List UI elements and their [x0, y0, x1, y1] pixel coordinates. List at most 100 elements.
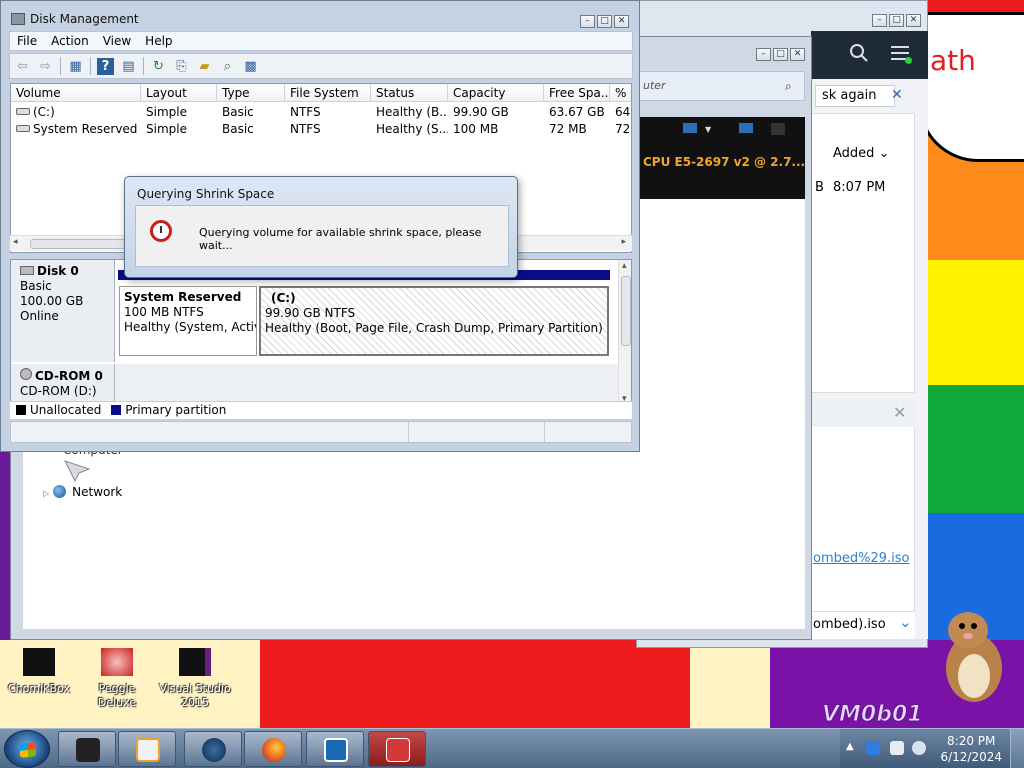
table-cell-percent: 64: [615, 105, 631, 119]
menu-file[interactable]: File: [10, 32, 44, 50]
forward-arrow-icon[interactable]: ⇨: [37, 58, 54, 75]
search-icon[interactable]: ⌕: [785, 79, 792, 94]
column-header-status[interactable]: Status: [371, 84, 448, 102]
window-icon: [739, 123, 753, 133]
desktop-icon-visual-studio[interactable]: Visual Studio 2015: [156, 648, 234, 710]
partition-c-drive[interactable]: (C:) 99.90 GB NTFS Healthy (Boot, Page F…: [259, 286, 609, 356]
settings-icon[interactable]: ▩: [242, 58, 259, 75]
desktop-icon-chomikbox[interactable]: ChomikBox: [0, 648, 78, 696]
table-cell-percent: 72: [615, 122, 631, 136]
close-button[interactable]: ✕: [790, 48, 805, 61]
open-folder-icon[interactable]: ▰: [196, 58, 213, 75]
scroll-up-icon[interactable]: ▴: [622, 261, 627, 271]
table-row-volume[interactable]: System Reserved: [11, 121, 141, 137]
speech-bubble-text: ath: [930, 44, 976, 77]
row-fragment: B: [815, 180, 824, 195]
properties-icon[interactable]: ▤: [120, 58, 137, 75]
minimize-button[interactable]: –: [872, 14, 887, 27]
dismiss-icon[interactable]: ✕: [891, 87, 903, 103]
taskbar-button-filezilla[interactable]: [306, 731, 364, 767]
column-header-free-space[interactable]: Free Spa...: [544, 84, 610, 102]
tray-app-icon[interactable]: [866, 741, 880, 755]
toolbar-separator: [143, 57, 144, 75]
table-row-volume[interactable]: (C:): [11, 104, 141, 120]
desktop-icon-label: ChomikBox: [8, 682, 70, 695]
vertical-scrollbar[interactable]: ▴ ▾: [618, 260, 631, 418]
windows-logo-icon: [20, 742, 36, 758]
chevron-down-icon[interactable]: ⌄: [899, 613, 912, 631]
download-time: 8:07 PM: [833, 180, 886, 195]
download-link[interactable]: ombed%29.iso: [813, 551, 909, 566]
taskbar-button-disk-management[interactable]: [368, 731, 426, 767]
toolbar-separator: [90, 57, 91, 75]
dialog-message: Querying volume for available shrink spa…: [199, 226, 482, 252]
minimize-button[interactable]: –: [580, 15, 595, 28]
taskbar-button-steam[interactable]: [184, 731, 242, 767]
legend-swatch-primary: [111, 405, 122, 415]
clock[interactable]: 8:20 PM 6/12/2024: [940, 733, 1002, 765]
network-tray-icon[interactable]: [890, 741, 904, 755]
taskbar-button-media-player[interactable]: [118, 731, 176, 767]
show-desktop-button[interactable]: [1010, 729, 1024, 768]
close-button[interactable]: ✕: [614, 15, 629, 28]
volume-icon: [16, 108, 30, 115]
browser-toolbar: [811, 31, 928, 79]
details-panel: [811, 399, 915, 639]
clock-date: 6/12/2024: [940, 750, 1002, 764]
dialog-body: Querying volume for available shrink spa…: [135, 205, 509, 267]
taskbar-button-firefox[interactable]: [244, 731, 302, 767]
show-hidden-icons-icon[interactable]: ▲: [846, 741, 854, 752]
volume-tray-icon[interactable]: [912, 741, 926, 755]
column-header-type[interactable]: Type: [217, 84, 285, 102]
column-header-layout[interactable]: Layout: [141, 84, 217, 102]
minimize-button[interactable]: –: [756, 48, 771, 61]
column-header-percent[interactable]: %: [610, 84, 631, 102]
show-hide-tree-icon[interactable]: ▦: [67, 58, 84, 75]
close-panel-icon[interactable]: ✕: [893, 403, 906, 422]
search-disk-icon[interactable]: ⌕: [219, 58, 236, 75]
maximize-button[interactable]: □: [597, 15, 612, 28]
cursor-arrow-icon: [64, 460, 91, 483]
status-dot-icon: [905, 57, 912, 64]
table-cell-capacity: 100 MB: [453, 122, 499, 136]
start-button[interactable]: [4, 730, 50, 768]
search-icon[interactable]: [849, 43, 869, 63]
filezilla-icon: [324, 738, 348, 762]
scroll-left-icon[interactable]: ◂: [13, 237, 18, 247]
taskbar-button-terminal[interactable]: [58, 731, 116, 767]
scrollbar-thumb[interactable]: [621, 276, 631, 346]
scroll-right-icon[interactable]: ▸: [621, 237, 626, 247]
hard-disk-icon: [20, 266, 34, 275]
back-arrow-icon[interactable]: ⇦: [14, 58, 31, 75]
added-column-header[interactable]: Added ⌄: [833, 146, 889, 161]
desktop-icon-peggle[interactable]: Peggle Deluxe: [78, 648, 156, 710]
disk-0-label[interactable]: Disk 0 Basic 100.00 GB Online: [11, 260, 115, 362]
steam-icon: [202, 738, 226, 762]
nav-item-network[interactable]: ▷ Network: [43, 485, 122, 499]
column-header-capacity[interactable]: Capacity: [448, 84, 544, 102]
media-player-icon: [136, 738, 160, 762]
nav-item-label: Network: [72, 485, 123, 499]
disk-management-icon: [11, 13, 25, 25]
cpu-text: CPU E5-2697 v2 @ 2.7...: [643, 155, 806, 169]
table-cell-fs: NTFS: [290, 122, 321, 136]
app-icon: [771, 123, 785, 135]
menu-help[interactable]: Help: [138, 32, 179, 50]
menu-view[interactable]: View: [96, 32, 138, 50]
try-again-button[interactable]: sk again: [815, 85, 895, 107]
maximize-button[interactable]: □: [889, 14, 904, 27]
expand-arrow-icon[interactable]: ▷: [43, 489, 49, 498]
help-icon[interactable]: ?: [97, 57, 114, 75]
table-cell-status: Healthy (B...: [376, 105, 448, 119]
window-icon: [683, 123, 697, 133]
rescan-disks-icon[interactable]: ⎘: [173, 58, 190, 75]
partition-system-reserved[interactable]: System Reserved 100 MB NTFS Healthy (Sys…: [119, 286, 257, 356]
status-bar: [10, 421, 632, 443]
close-button[interactable]: ✕: [906, 14, 921, 27]
maximize-button[interactable]: □: [773, 48, 788, 61]
refresh-icon[interactable]: ↻: [150, 58, 167, 75]
table-cell-free: 63.67 GB: [549, 105, 605, 119]
column-header-file-system[interactable]: File System: [285, 84, 371, 102]
column-header-volume[interactable]: Volume: [11, 84, 141, 102]
menu-action[interactable]: Action: [44, 32, 96, 50]
